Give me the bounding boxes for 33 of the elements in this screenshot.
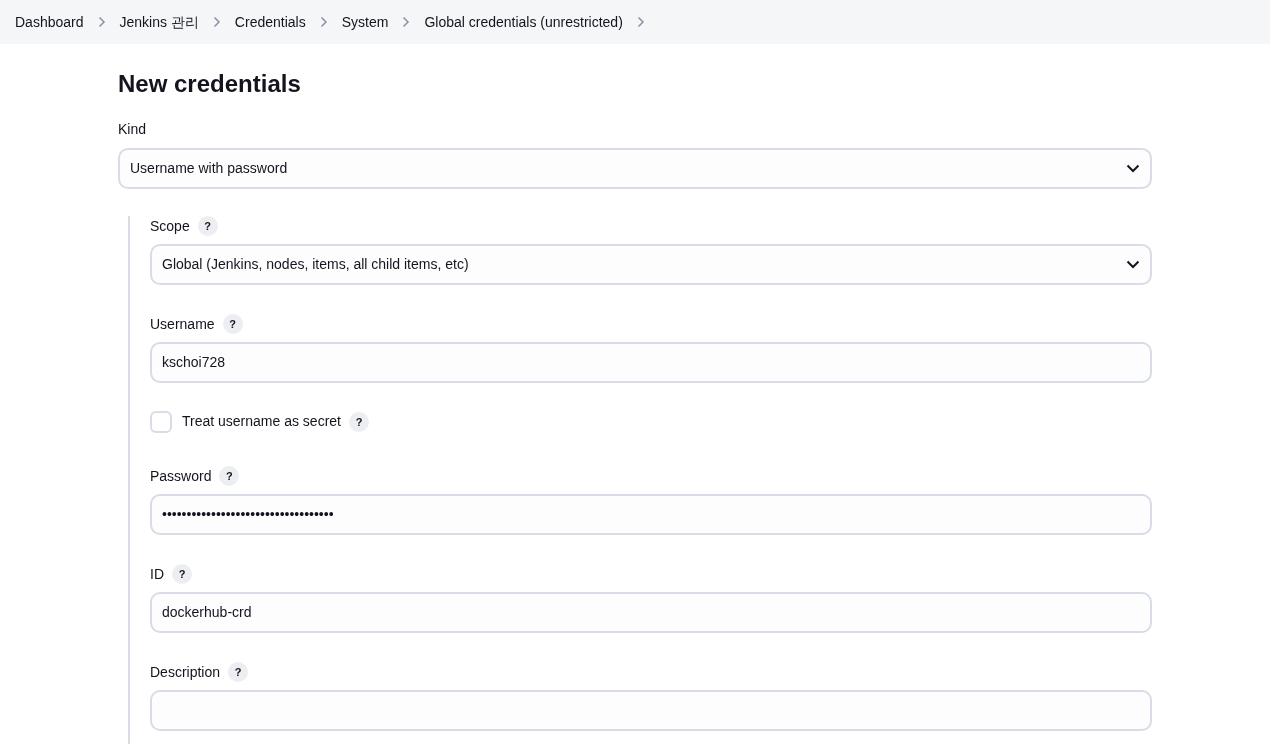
help-button[interactable]: ? <box>172 564 192 585</box>
breadcrumb-link[interactable]: Credentials <box>234 11 306 33</box>
caret-down-icon <box>1126 259 1140 269</box>
kind-dropdown[interactable]: Username with password <box>118 147 1152 189</box>
chevron-right-icon <box>319 16 328 28</box>
caret-down-icon <box>1126 163 1140 173</box>
field-label: Username <box>150 314 215 334</box>
breadcrumb-link[interactable]: Jenkins 관리 <box>119 11 199 33</box>
input-field[interactable] <box>150 689 1152 731</box>
help-button[interactable]: ? <box>197 216 218 237</box>
password-field[interactable]: ••••••••••••••••••••••••••••••••••• <box>150 493 1152 535</box>
chevron-right-icon <box>97 16 106 28</box>
field-label: Kind <box>118 119 148 139</box>
chevron-right-icon <box>636 16 645 28</box>
input-field[interactable]: kschoi728 <box>150 341 1152 383</box>
checkbox[interactable] <box>150 410 172 433</box>
chevron-right-icon <box>402 16 411 28</box>
field-label: Scope <box>150 216 190 236</box>
scope-dropdown[interactable]: Global (Jenkins, nodes, items, all child items, etc) <box>150 243 1152 285</box>
checkbox-label: Treat username as secret <box>182 412 341 432</box>
field-label: Description <box>150 662 221 682</box>
field-label: ID <box>150 564 164 584</box>
breadcrumb-link[interactable]: Global credentials (unrestricted) <box>424 11 623 33</box>
page-title: New credentials <box>118 70 302 99</box>
breadcrumb-link[interactable]: System <box>341 11 389 33</box>
help-button[interactable]: ? <box>219 466 240 487</box>
chevron-right-icon <box>212 16 221 28</box>
input-field[interactable]: dockerhub-crd <box>150 591 1152 633</box>
breadcrumb-link[interactable]: Dashboard <box>15 11 84 33</box>
field-label: Password <box>150 466 212 486</box>
help-button[interactable]: ? <box>222 314 243 335</box>
help-button[interactable]: ? <box>228 662 249 683</box>
help-button[interactable]: ? <box>349 411 369 432</box>
